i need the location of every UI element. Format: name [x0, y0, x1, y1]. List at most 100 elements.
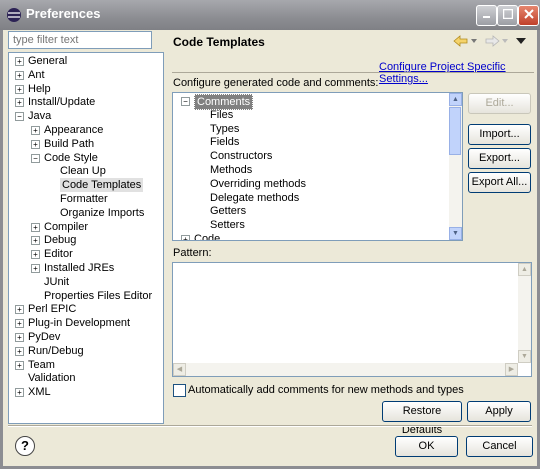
pattern-vertical-scrollbar[interactable]: ▲ ▼ [518, 263, 531, 363]
tree-item-perl-epic[interactable]: Perl EPIC [28, 302, 76, 316]
pattern-horizontal-scrollbar[interactable]: ◀ ▶ [173, 363, 518, 376]
expand-icon[interactable]: + [15, 98, 24, 108]
expand-icon[interactable]: + [31, 250, 40, 260]
tree-item-general[interactable]: General [28, 54, 67, 68]
scroll-up-button[interactable]: ▲ [449, 93, 462, 106]
tree-item-clean-up[interactable]: Clean Up [60, 164, 106, 178]
eclipse-icon [7, 8, 21, 22]
auto-comments-checkbox[interactable] [173, 384, 186, 397]
template-tree[interactable]: ▲ ▼ − Comments Files Types Fields Constructor… [172, 92, 463, 241]
export-button[interactable]: Export... [468, 148, 531, 169]
filter-input[interactable] [8, 31, 152, 49]
tree-item-plug-in-development[interactable]: Plug-in Development [28, 316, 130, 330]
minimize-button[interactable] [476, 5, 497, 26]
expand-icon[interactable]: + [15, 388, 24, 398]
expand-icon[interactable]: + [15, 70, 24, 80]
template-item-getters[interactable]: Getters [210, 204, 246, 218]
scroll-down-button[interactable]: ▼ [449, 227, 462, 240]
tree-item-xml[interactable]: XML [28, 385, 51, 399]
scroll-up-button[interactable]: ▲ [518, 263, 531, 276]
forward-arrow-icon[interactable] [484, 35, 500, 47]
tree-item-properties-files-editor[interactable]: Properties Files Editor [44, 289, 152, 303]
template-item-constructors[interactable]: Constructors [210, 149, 272, 163]
template-item-setters[interactable]: Setters [210, 218, 245, 232]
configure-label: Configure generated code and comments: [173, 77, 379, 89]
tree-item-editor[interactable]: Editor [44, 247, 73, 261]
back-arrow-icon[interactable] [453, 35, 469, 47]
expand-icon[interactable]: + [31, 222, 40, 232]
tree-item-debug[interactable]: Debug [44, 233, 76, 247]
vertical-scrollbar[interactable]: ▲ ▼ [449, 93, 462, 240]
import-button[interactable]: Import... [468, 124, 531, 145]
apply-button[interactable]: Apply [467, 401, 531, 422]
expand-icon[interactable]: + [31, 236, 40, 246]
view-menu-icon[interactable] [516, 37, 526, 45]
expand-icon[interactable]: + [15, 57, 24, 66]
auto-comments-label[interactable]: Automatically add comments for new metho… [188, 384, 464, 396]
expand-icon[interactable]: + [15, 84, 24, 94]
tree-item-java[interactable]: Java [28, 109, 51, 123]
tree-item-junit[interactable]: JUnit [44, 275, 69, 289]
tree-item-installed-jres[interactable]: Installed JREs [44, 261, 114, 275]
tree-item-install-update[interactable]: Install/Update [28, 95, 95, 109]
tree-item-team[interactable]: Team [28, 358, 55, 372]
preference-tree[interactable]: + General + Ant + Help + Install/Update − Java + Ap… [8, 52, 164, 424]
tree-item-validation[interactable]: Validation [28, 371, 76, 385]
cancel-button[interactable]: Cancel [466, 436, 533, 457]
scroll-left-button[interactable]: ◀ [173, 363, 186, 376]
tree-item-build-path[interactable]: Build Path [44, 137, 94, 151]
tree-item-help[interactable]: Help [28, 82, 51, 96]
tree-item-formatter[interactable]: Formatter [60, 192, 108, 206]
footer-separator [8, 425, 532, 427]
expand-icon[interactable]: + [31, 126, 40, 135]
tree-item-run-debug[interactable]: Run/Debug [28, 344, 84, 358]
help-icon[interactable]: ? [15, 436, 35, 456]
template-item-fields[interactable]: Fields [210, 135, 239, 149]
window-title: Preferences [26, 6, 101, 21]
expand-icon[interactable]: + [31, 139, 40, 149]
tree-item-organize-imports[interactable]: Organize Imports [60, 206, 144, 220]
chevron-down-icon[interactable] [502, 38, 508, 44]
tree-item-appearance[interactable]: Appearance [44, 123, 103, 137]
tree-item-compiler[interactable]: Compiler [44, 220, 88, 234]
expand-icon[interactable]: + [181, 235, 190, 240]
collapse-icon[interactable]: − [181, 97, 190, 106]
expand-icon[interactable]: + [15, 319, 24, 329]
expand-icon[interactable]: + [31, 264, 40, 273]
expand-icon[interactable]: + [15, 305, 24, 315]
template-item-code[interactable]: Code [194, 232, 220, 240]
tree-item-code-templates[interactable]: Code Templates [60, 178, 144, 193]
template-item-types[interactable]: Types [210, 122, 239, 136]
export-all-button[interactable]: Export All... [468, 172, 531, 193]
pattern-text-area[interactable]: ▲ ▼ ◀ ▶ [172, 262, 532, 377]
pattern-label: Pattern: [173, 247, 212, 259]
configure-project-link[interactable]: Configure Project Specific Settings... [379, 61, 540, 85]
separator [172, 72, 534, 73]
restore-defaults-button[interactable]: Restore Defaults [382, 401, 462, 436]
ok-button[interactable]: OK [395, 436, 458, 457]
tree-item-ant[interactable]: Ant [28, 68, 45, 82]
maximize-icon [502, 8, 513, 20]
maximize-button[interactable] [497, 5, 518, 26]
template-item-delegate-methods[interactable]: Delegate methods [210, 191, 299, 205]
edit-button[interactable]: Edit... [468, 93, 531, 114]
close-button[interactable] [518, 5, 539, 26]
expand-icon[interactable]: + [15, 360, 24, 370]
expand-icon[interactable]: + [15, 346, 24, 356]
template-item-overriding-methods[interactable]: Overriding methods [210, 177, 306, 191]
collapse-icon[interactable]: − [31, 153, 40, 163]
minimize-icon [482, 16, 490, 18]
tree-item-pydev[interactable]: PyDev [28, 330, 60, 344]
title-bar[interactable]: Preferences [0, 0, 540, 30]
chevron-down-icon[interactable] [471, 38, 477, 44]
scroll-right-button[interactable]: ▶ [505, 363, 518, 376]
close-icon [523, 9, 534, 19]
page-title: Code Templates [173, 35, 265, 49]
scroll-thumb[interactable] [449, 107, 461, 155]
template-item-files[interactable]: Files [210, 108, 233, 122]
template-item-methods[interactable]: Methods [210, 163, 252, 177]
collapse-icon[interactable]: − [15, 112, 24, 122]
expand-icon[interactable]: + [15, 333, 24, 342]
scroll-down-button[interactable]: ▼ [518, 350, 531, 363]
tree-item-code-style[interactable]: Code Style [44, 151, 98, 165]
